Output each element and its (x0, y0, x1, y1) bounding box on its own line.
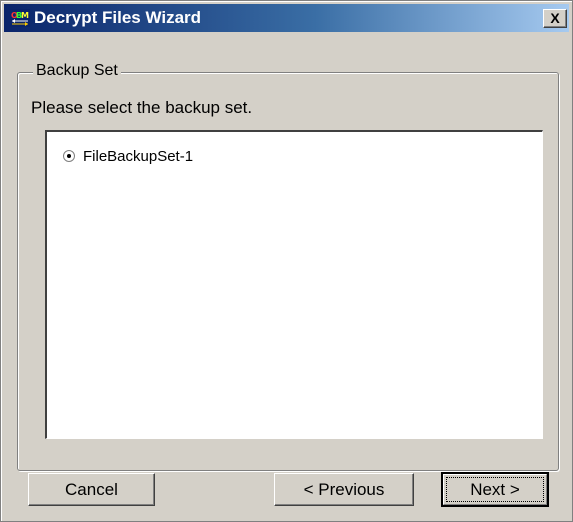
instruction-text: Please select the backup set. (31, 98, 253, 117)
backup-set-option[interactable]: FileBackupSet-1 (63, 146, 193, 166)
window-title: Decrypt Files Wizard (34, 8, 202, 27)
radio-button-selected[interactable] (63, 150, 75, 162)
obm-app-icon: O B M (10, 9, 30, 27)
cancel-button[interactable]: Cancel (28, 473, 155, 506)
backup-set-option-label: FileBackupSet-1 (83, 147, 194, 165)
close-icon: X (550, 10, 560, 26)
radio-dot-icon (67, 154, 71, 158)
svg-text:M: M (21, 11, 29, 20)
next-button-label: Next > (470, 480, 520, 499)
groupbox-legend: Backup Set (33, 61, 121, 81)
title-bar[interactable]: O B M Decrypt Files Wizard X (4, 4, 569, 32)
close-button[interactable]: X (543, 9, 567, 28)
next-button[interactable]: Next > (441, 472, 549, 507)
previous-button[interactable]: < Previous (274, 473, 414, 506)
backup-set-list[interactable]: FileBackupSet-1 (45, 130, 543, 439)
decrypt-files-wizard-window: O B M Decrypt Files Wizard X Backup Set … (0, 0, 573, 522)
